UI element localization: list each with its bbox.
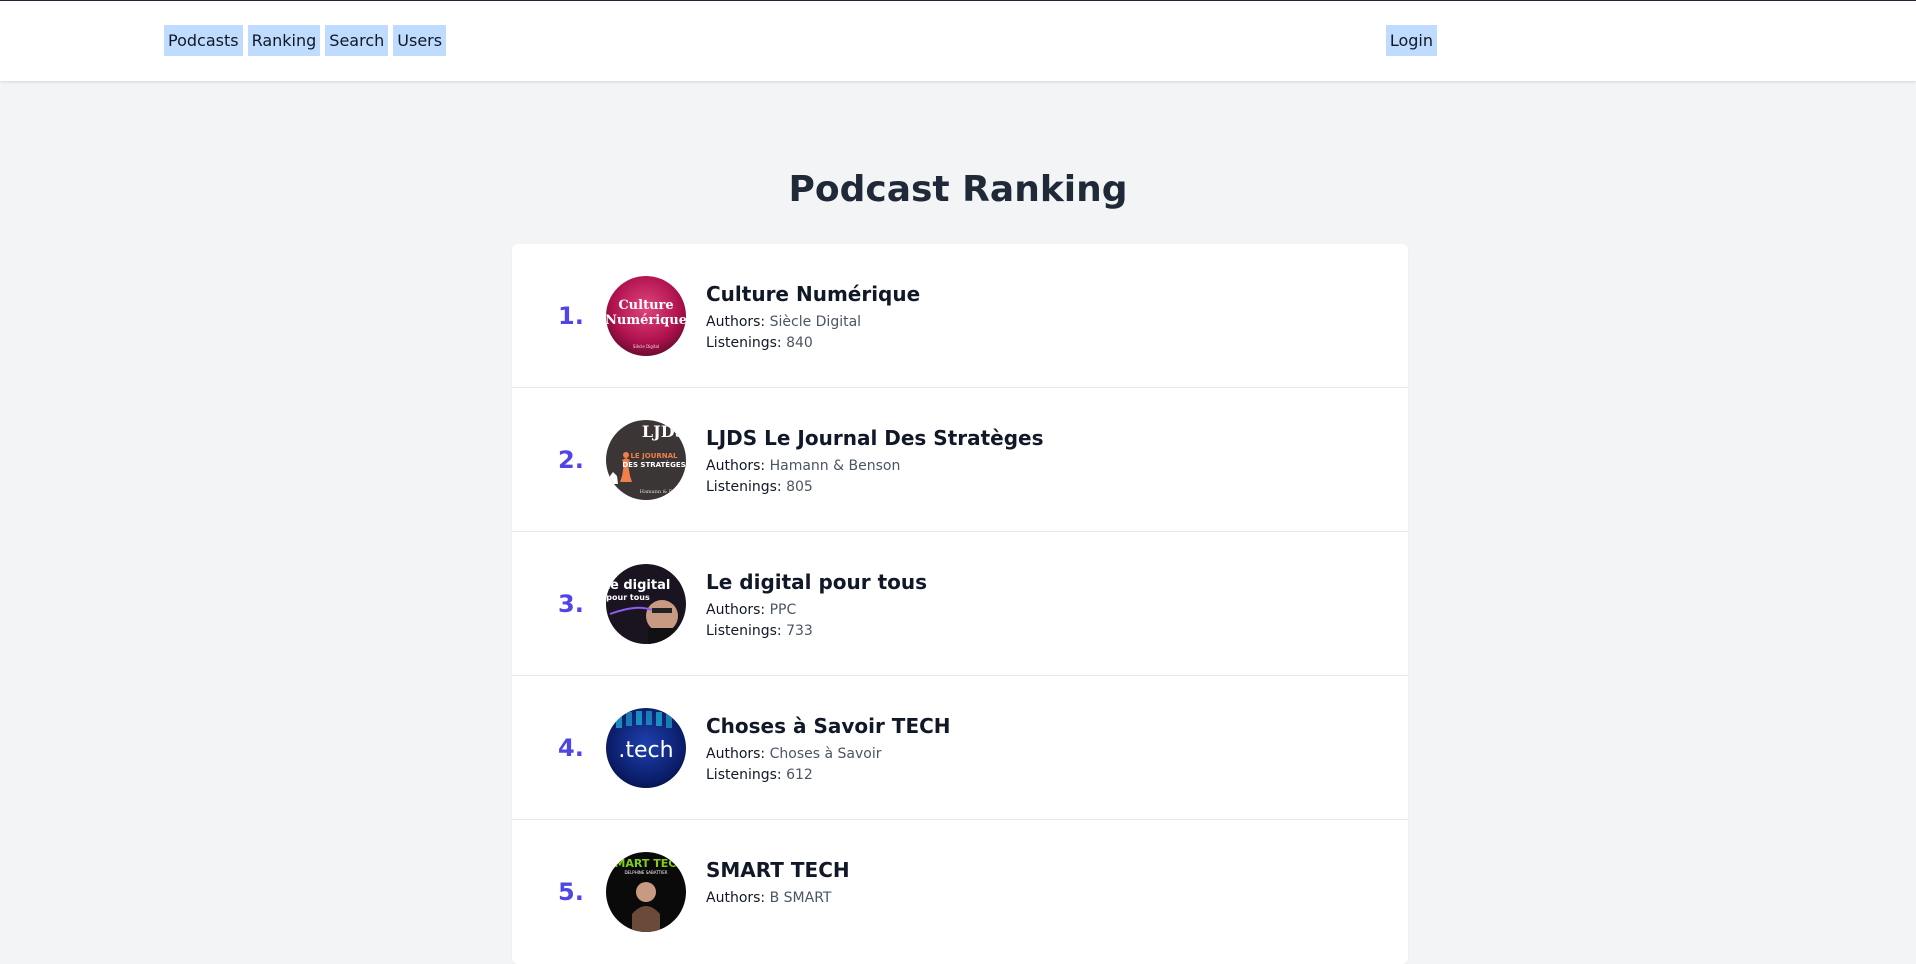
nav-links: Podcasts Ranking Search Users [164,25,447,56]
authors-value: PPC [769,602,797,618]
rank-number: 4. [558,734,584,762]
ljds-cover-icon[interactable]: LJDS LE JOURNAL DES STRATÈGES Hamann & B [606,420,686,500]
podcast-title[interactable]: SMART TECH [706,858,850,882]
svg-text:LJDS: LJDS [642,422,686,441]
rank-number: 3. [558,590,584,618]
svg-text:LE JOURNAL: LE JOURNAL [630,452,678,460]
authors-value: Hamann & Benson [769,458,901,474]
login-button[interactable]: Login [1385,25,1437,56]
listenings-value: 733 [786,623,813,639]
svg-text:pour tous: pour tous [606,593,650,602]
ranking-row[interactable]: 5. SMART TECH DELPHINE SABATTIER SMART T… [512,820,1408,964]
authors-value: Choses à Savoir [769,746,882,762]
authors-label: Authors: [706,314,766,330]
podcast-title[interactable]: Culture Numérique [706,282,920,306]
authors-label: Authors: [706,458,766,474]
culture-numerique-cover-icon[interactable]: Culture Numérique Siècle Digital [606,276,686,356]
listenings-label: Listenings: [706,623,782,639]
rank-number: 1. [558,302,584,330]
ranking-row[interactable]: 4. .tech Choses à Savoir TECH Authors: C… [512,676,1408,820]
nav-ranking-link[interactable]: Ranking [247,25,321,56]
tech-cover-icon[interactable]: .tech [606,708,686,788]
listenings-label: Listenings: [706,767,782,783]
rank-number: 5. [558,878,584,906]
authors-label: Authors: [706,602,766,618]
ranking-row[interactable]: 1. Culture Numérique Siècle Digital Cult… [512,244,1408,388]
ranking-row[interactable]: 2. LJDS LE JOURNAL DES STRATÈGES Hamann … [512,388,1408,532]
listenings-label: Listenings: [706,479,782,495]
digital-pour-tous-cover-icon[interactable]: Le digital pour tous [606,564,686,644]
nav-search-link[interactable]: Search [325,25,389,56]
listenings-value: 840 [786,335,813,351]
authors-value: B SMART [769,890,832,906]
page-title: Podcast Ranking [788,169,1128,210]
podcast-title[interactable]: LJDS Le Journal Des Stratèges [706,426,1044,450]
nav-users-link[interactable]: Users [393,25,447,56]
podcast-title[interactable]: Le digital pour tous [706,570,927,594]
authors-label: Authors: [706,746,766,762]
rank-number: 2. [558,446,584,474]
svg-text:Numérique: Numérique [606,313,686,328]
svg-text:Hamann & B: Hamann & B [640,489,673,495]
svg-text:Le digital: Le digital [606,578,670,593]
top-navbar: Podcasts Ranking Search Users Login [0,1,1916,81]
listenings-label: Listenings: [706,335,782,351]
authors-label: Authors: [706,890,766,906]
svg-text:.tech: .tech [618,738,673,763]
ranking-row[interactable]: 3. Le digital pour tous Le digital pour … [512,532,1408,676]
nav-podcasts-link[interactable]: Podcasts [164,25,243,56]
svg-text:DELPHINE SABATTIER: DELPHINE SABATTIER [624,870,667,875]
svg-text:Siècle Digital: Siècle Digital [633,344,659,349]
ranking-list: 1. Culture Numérique Siècle Digital Cult… [512,244,1408,964]
listenings-value: 805 [786,479,813,495]
authors-value: Siècle Digital [769,314,862,330]
listenings-value: 612 [786,767,813,783]
smart-tech-cover-icon[interactable]: SMART TECH DELPHINE SABATTIER [606,852,686,932]
svg-text:Culture: Culture [618,298,673,313]
podcast-title[interactable]: Choses à Savoir TECH [706,714,951,738]
svg-text:SMART TECH: SMART TECH [607,857,686,870]
svg-text:DES STRATÈGES: DES STRATÈGES [622,460,685,469]
